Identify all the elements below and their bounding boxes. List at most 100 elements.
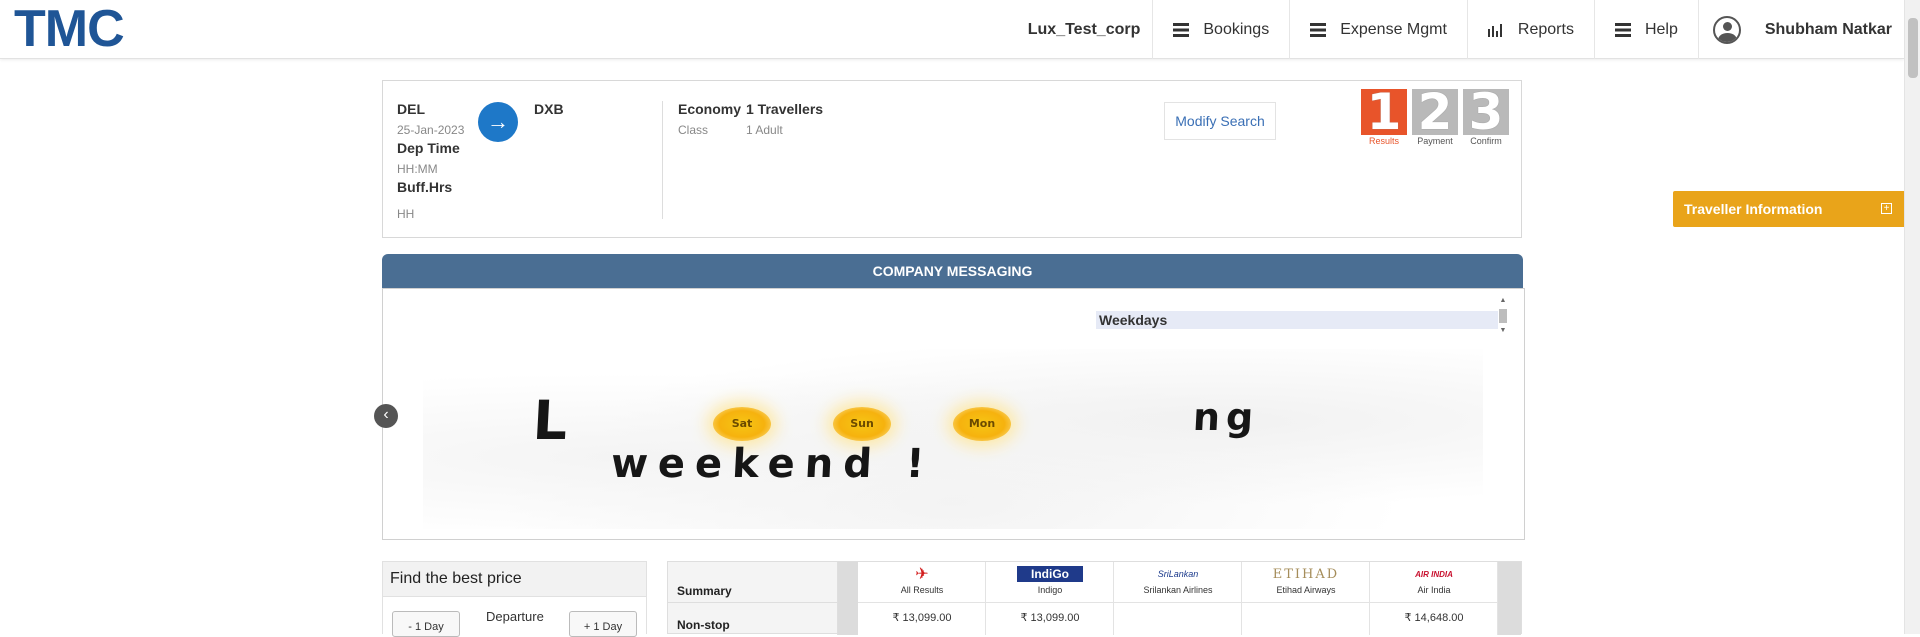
cabin-block: Economy Class: [678, 101, 741, 137]
etihad-logo: ETIHAD: [1272, 566, 1340, 582]
minus-day-button[interactable]: - 1 Day: [392, 611, 460, 637]
step-payment: 2 Payment: [1412, 87, 1458, 146]
find-best-price-panel: Find the best price - 1 Day Departure + …: [382, 561, 647, 637]
traveller-information-toggle[interactable]: Traveller Information +: [1673, 191, 1904, 227]
bar-chart-icon: [1487, 23, 1504, 37]
origin-block: DEL 25-Jan-2023 Dep Time HH:MM Buff.Hrs …: [397, 101, 464, 221]
airline-header[interactable]: SriLankan Srilankan Airlines: [1114, 562, 1242, 603]
tmc-logo[interactable]: TMC: [14, 3, 125, 55]
airline-summary-table: Summary Non-stop ✈ All Results ₹ 13,099.…: [667, 561, 1522, 635]
nav-help[interactable]: Help: [1593, 0, 1698, 59]
sun-sat: Sat: [713, 407, 771, 441]
step-confirm: 3 Confirm: [1463, 87, 1509, 146]
travellers-block: 1 Travellers 1 Adult: [746, 101, 823, 137]
carousel-prev-button[interactable]: ‹: [374, 404, 398, 428]
list-item[interactable]: Weekdays: [1096, 311, 1498, 329]
scrollbar-thumb[interactable]: [1499, 309, 1507, 323]
table-scroll-gutter: [1498, 562, 1521, 635]
best-price-controls: - 1 Day Departure + 1 Day: [383, 596, 646, 637]
nav-expense[interactable]: Expense Mgmt: [1289, 0, 1467, 59]
cabin-label: Class: [678, 123, 709, 137]
nav-help-label: Help: [1644, 20, 1678, 38]
modify-search-button[interactable]: Modify Search: [1164, 102, 1276, 140]
step-label: Payment: [1417, 136, 1453, 146]
summary-row-headers: Summary Non-stop: [668, 562, 838, 635]
airline-columns: ✈ All Results ₹ 13,099.00 IndiGo Indigo …: [858, 562, 1498, 635]
airline-name: Air India: [1417, 585, 1451, 595]
main-nav: Lux_Test_corp Bookings Expense Mgmt Repo…: [1016, 0, 1904, 59]
sun-mon: Mon: [953, 407, 1011, 441]
company-messaging-header: COMPANY MESSAGING: [382, 254, 1523, 288]
nonstop-price[interactable]: ₹ 14,648.00: [1370, 611, 1498, 624]
srilankan-logo: SriLankan: [1157, 569, 1199, 579]
scroll-up-icon[interactable]: ▲: [1498, 297, 1508, 305]
nonstop-price[interactable]: ₹ 13,099.00: [986, 611, 1114, 624]
traveller-information-label: Traveller Information: [1684, 201, 1823, 217]
airline-column-indigo[interactable]: IndiGo Indigo ₹ 13,099.00: [986, 562, 1114, 635]
search-summary-card: DEL 25-Jan-2023 Dep Time HH:MM Buff.Hrs …: [382, 80, 1522, 238]
nav-bookings-label: Bookings: [1203, 20, 1270, 38]
nav-reports[interactable]: Reports: [1466, 0, 1594, 59]
avatar-icon: [1712, 15, 1741, 44]
step-number: 2: [1412, 87, 1458, 137]
travellers-count: 1 Travellers: [746, 101, 824, 117]
expand-icon: +: [1881, 203, 1892, 214]
summary-row-label: Summary: [668, 562, 838, 603]
indigo-logo: IndiGo: [1017, 566, 1083, 582]
page-scrollbar[interactable]: [1904, 0, 1920, 634]
plus-day-button[interactable]: + 1 Day: [569, 611, 637, 637]
airline-header[interactable]: ETIHAD Etihad Airways: [1242, 562, 1370, 603]
airindia-logo: AIR INDIA: [1415, 569, 1453, 579]
airline-header[interactable]: IndiGo Indigo: [986, 562, 1114, 603]
top-navbar: TMC Lux_Test_corp Bookings Expense Mgmt …: [0, 0, 1904, 59]
menu-icon: [1614, 22, 1631, 37]
step-number: 1: [1361, 87, 1407, 137]
menu-icon: [1173, 22, 1190, 37]
menu-icon: [1310, 22, 1327, 37]
destination-code: DXB: [534, 101, 564, 117]
listbox-scrollbar[interactable]: ▲ ▼: [1498, 293, 1508, 337]
divider: [662, 101, 663, 219]
airline-name: Indigo: [1037, 585, 1063, 595]
nonstop-row-label: Non-stop: [677, 618, 730, 632]
airline-header[interactable]: AIR INDIA Air India: [1370, 562, 1498, 603]
nav-expense-label: Expense Mgmt: [1340, 20, 1447, 38]
table-gutter: [838, 562, 858, 635]
airline-column-etihad[interactable]: ETIHAD Etihad Airways: [1242, 562, 1370, 635]
user-name: Shubham Natkar: [1764, 20, 1892, 38]
nav-reports-label: Reports: [1517, 20, 1574, 38]
travel-date: 25-Jan-2023: [397, 123, 465, 137]
nonstop-price[interactable]: ₹ 13,099.00: [858, 611, 986, 624]
airline-column-all[interactable]: ✈ All Results ₹ 13,099.00: [858, 562, 986, 635]
corp-name[interactable]: Lux_Test_corp: [1016, 0, 1153, 59]
company-messaging-body: Weekdays ▲ ▼ L Sat Sun Mon ng weekend !: [382, 288, 1525, 540]
airline-name: Etihad Airways: [1276, 585, 1336, 595]
user-menu[interactable]: Shubham Natkar: [1697, 0, 1904, 59]
buff-hrs-label: Buff.Hrs: [397, 179, 453, 195]
airline-name: Srilankan Airlines: [1143, 585, 1213, 595]
plane-icon: ✈: [915, 566, 929, 583]
weekdays-listbox[interactable]: Weekdays ▲ ▼: [1096, 293, 1508, 337]
banner-text-line2: weekend !: [609, 441, 936, 487]
banner-text-start: L: [531, 389, 576, 452]
banner-text-end: ng: [1191, 395, 1261, 439]
buff-hrs-value: HH: [397, 207, 415, 221]
arrow-right-icon: →: [478, 102, 518, 142]
weekend-banner-image: L Sat Sun Mon ng weekend !: [531, 389, 1333, 499]
origin-code: DEL: [397, 101, 425, 117]
best-price-title: Find the best price: [390, 570, 522, 587]
nav-bookings[interactable]: Bookings: [1152, 0, 1289, 59]
scroll-down-icon[interactable]: ▼: [1498, 327, 1508, 335]
airline-header[interactable]: ✈ All Results: [858, 562, 986, 603]
sun-sun: Sun: [833, 407, 891, 441]
scrollbar-thumb[interactable]: [1908, 18, 1918, 78]
departure-label: Departure: [486, 609, 544, 624]
destination-block: DXB: [534, 101, 564, 117]
airline-name: All Results: [900, 585, 944, 595]
step-results: 1 Results: [1361, 87, 1407, 146]
dep-time-value: HH:MM: [397, 162, 438, 176]
step-number: 3: [1463, 87, 1509, 137]
travellers-detail: 1 Adult: [746, 123, 783, 137]
airline-column-airindia[interactable]: AIR INDIA Air India ₹ 14,648.00: [1370, 562, 1498, 635]
airline-column-srilankan[interactable]: SriLankan Srilankan Airlines: [1114, 562, 1242, 635]
